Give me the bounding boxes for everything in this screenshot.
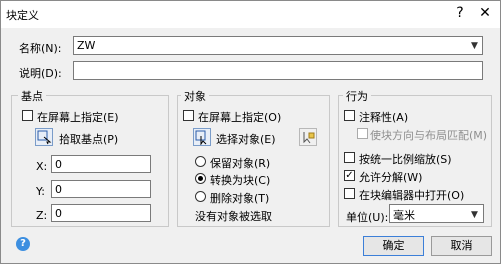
x-label: X:: [36, 160, 48, 173]
behavior-group-title: 行为: [343, 88, 371, 104]
pick-point-icon[interactable]: [35, 128, 53, 146]
objects-group-title: 对象: [181, 88, 209, 104]
scale-uniformly-label: 按统一比例缩放(S): [359, 153, 452, 166]
quick-select-icon[interactable]: [299, 128, 317, 146]
selection-status: 没有对象被选取: [195, 210, 272, 223]
y-input[interactable]: 0: [51, 180, 151, 198]
base-point-specify-label: 在屏幕上指定(E): [37, 111, 119, 124]
objects-specify-checkbox[interactable]: [183, 110, 194, 121]
name-label: 名称(N):: [19, 42, 62, 55]
pick-point-button-label[interactable]: 拾取基点(P): [59, 131, 118, 147]
cancel-button[interactable]: 取消: [431, 236, 492, 256]
description-input[interactable]: [73, 61, 483, 80]
match-orientation-checkbox[interactable]: [357, 128, 368, 139]
y-label: Y:: [36, 185, 45, 198]
chevron-down-icon[interactable]: ▼: [471, 41, 478, 51]
delete-objects-radio[interactable]: [195, 191, 206, 202]
convert-to-block-radio[interactable]: [195, 173, 206, 184]
scale-uniformly-checkbox[interactable]: [344, 152, 355, 163]
select-objects-icon[interactable]: [193, 128, 211, 146]
objects-specify-label: 在屏幕上指定(O): [198, 111, 282, 124]
retain-objects-radio[interactable]: [195, 156, 206, 167]
z-label: Z:: [36, 209, 48, 222]
select-objects-button-label[interactable]: 选择对象(E): [216, 131, 276, 147]
annotative-checkbox[interactable]: [344, 110, 355, 121]
ok-button[interactable]: 确定: [363, 236, 424, 256]
help-icon[interactable]: ?: [451, 4, 469, 22]
delete-objects-label: 删除对象(T): [210, 192, 270, 205]
allow-explode-label: 允许分解(W): [359, 171, 423, 184]
base-point-group-title: 基点: [18, 88, 46, 104]
open-in-editor-label: 在块编辑器中打开(O): [359, 189, 465, 202]
open-in-editor-checkbox[interactable]: [344, 188, 355, 199]
annotative-label: 注释性(A): [359, 111, 409, 124]
x-input[interactable]: 0: [51, 155, 151, 173]
base-point-specify-checkbox[interactable]: [22, 110, 33, 121]
close-icon[interactable]: ✕: [476, 4, 494, 22]
match-orientation-label: 使块方向与布局匹配(M): [370, 129, 488, 142]
unit-value: 毫米: [393, 209, 415, 222]
block-definition-dialog: 块定义 ? ✕ 名称(N): ZW ▼ 说明(D): 基点 在屏幕上指定(E) …: [0, 0, 501, 264]
convert-to-block-label: 转换为块(C): [210, 174, 271, 187]
allow-explode-checkbox[interactable]: ✓: [344, 170, 355, 181]
unit-dropdown[interactable]: 毫米: [389, 204, 484, 223]
dialog-title: 块定义: [6, 9, 39, 22]
name-dropdown[interactable]: ZW: [73, 36, 483, 55]
retain-objects-label: 保留对象(R): [210, 157, 271, 170]
unit-chevron-down-icon[interactable]: ▼: [471, 210, 478, 220]
unit-label: 单位(U):: [346, 211, 389, 224]
z-input[interactable]: 0: [51, 204, 151, 222]
description-label: 说明(D):: [19, 67, 62, 80]
name-value: ZW: [77, 39, 96, 52]
title-bar: 块定义 ? ✕: [1, 1, 500, 28]
info-icon[interactable]: ?: [16, 237, 30, 251]
